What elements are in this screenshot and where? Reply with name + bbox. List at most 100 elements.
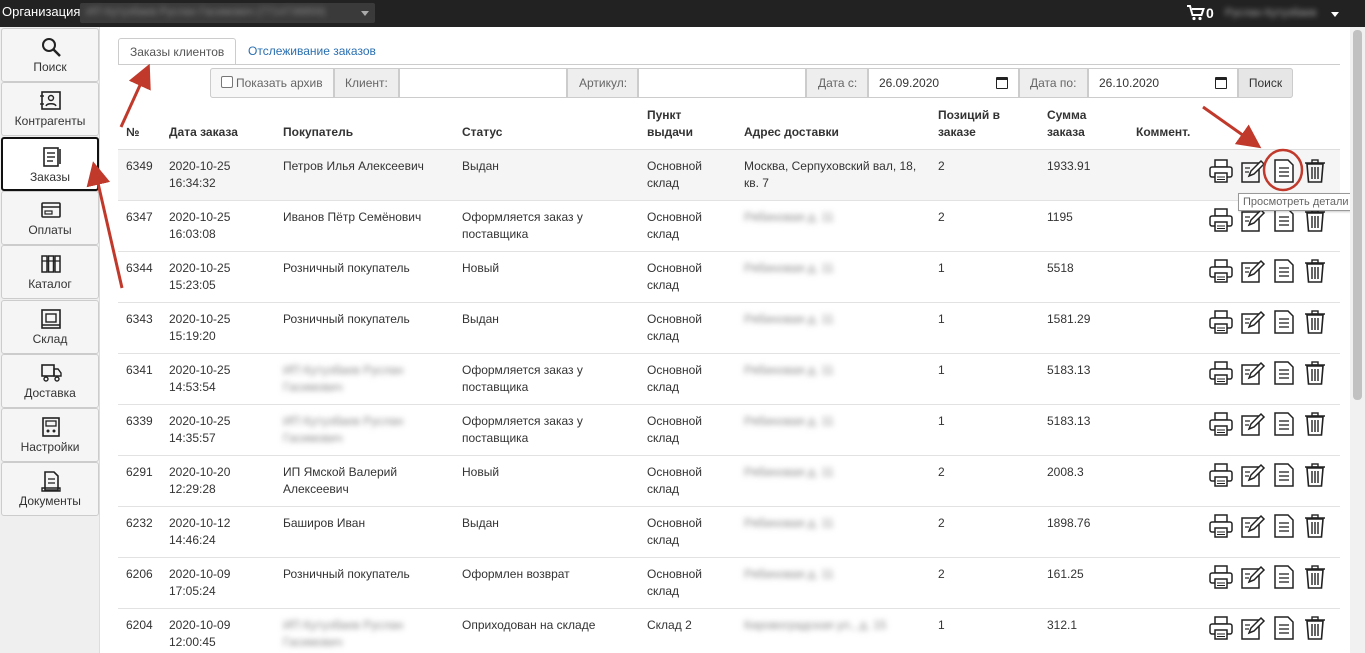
order-status: Выдан [462,159,499,173]
edit-button[interactable] [1240,258,1266,284]
delete-button[interactable] [1302,513,1328,539]
org-select[interactable]: ИП Кутузбаев Руслан Гасимович (771473885… [80,3,375,23]
order-number: 6204 [126,618,153,632]
chevron-down-icon[interactable] [1331,12,1339,17]
edit-icon [1240,208,1266,236]
view-details-button[interactable] [1271,615,1297,641]
view-details-button[interactable] [1271,411,1297,437]
sidebar-item-2[interactable]: Заказы [1,136,99,191]
delivery-address: Рябиновая д. 11 [744,567,834,581]
printer-icon [1208,259,1234,287]
pickup-point: Основной склад [647,414,703,445]
article-input[interactable] [638,68,806,98]
print-button[interactable] [1208,513,1234,539]
details-icon [1271,463,1297,491]
edit-button[interactable] [1240,615,1266,641]
table-row[interactable]: 6204 2020-10-09 12:00:45 ИП Кутузбаев Русла… [118,609,1340,653]
table-row[interactable]: 6291 2020-10-20 12:29:28 ИП Ямской Валерий А… [118,456,1340,507]
view-details-button[interactable] [1271,360,1297,386]
delivery-address: Рябиновая д. 11 [744,312,834,326]
table-row[interactable]: 6343 2020-10-25 15:19:20 Розничный покупате… [118,303,1340,354]
user-menu[interactable]: Руслан Кутузбаев [1225,7,1317,19]
delivery-address: Кировоградская ул., д. 15 [744,618,887,632]
client-input[interactable] [399,68,567,98]
trash-icon [1302,310,1328,338]
view-details-button[interactable] [1271,258,1297,284]
archive-checkbox[interactable] [221,76,233,88]
print-button[interactable] [1208,258,1234,284]
sidebar-item-3[interactable]: Оплаты [1,190,99,245]
print-button[interactable] [1208,615,1234,641]
view-details-button[interactable] [1271,513,1297,539]
delete-button[interactable] [1302,411,1328,437]
print-button[interactable] [1208,360,1234,386]
date-from-input[interactable]: 26.09.2020 [868,68,1019,98]
tab-order-tracking[interactable]: Отслеживание заказов [237,38,387,64]
header-buyer: Покупатель [283,125,354,139]
sidebar-item-5[interactable]: Склад [1,299,99,354]
view-details-button[interactable] [1271,309,1297,335]
view-details-button[interactable] [1271,462,1297,488]
cart-button[interactable]: 0 [1187,4,1217,24]
edit-icon [1240,463,1266,491]
sidebar-item-1[interactable]: Контрагенты [1,82,99,137]
scrollbar-thumb[interactable] [1353,30,1362,400]
cart-count: 0 [1206,5,1214,21]
order-sum: 1933.91 [1047,159,1091,173]
edit-icon [1240,259,1266,287]
table-row[interactable]: 6339 2020-10-25 14:35:57 ИП Кутузбаев Русла… [118,405,1340,456]
calendar-icon[interactable] [1215,77,1227,89]
edit-button[interactable] [1240,158,1266,184]
sidebar-item-8[interactable]: Документы [1,462,99,517]
scrollbar[interactable] [1350,27,1365,653]
details-icon [1271,208,1297,236]
table-row[interactable]: 6206 2020-10-09 17:05:24 Розничный покупате… [118,558,1340,609]
date-to-input[interactable]: 26.10.2020 [1088,68,1238,98]
date-to-label: Дата по: [1019,68,1088,98]
chevron-down-icon [361,11,369,16]
buyer: Петров Илья Алексеевич [283,159,424,173]
sidebar-item-7[interactable]: Настройки [1,408,99,463]
edit-button[interactable] [1240,309,1266,335]
edit-button[interactable] [1240,564,1266,590]
delete-button[interactable] [1302,615,1328,641]
order-number: 6349 [126,159,153,173]
delete-button[interactable] [1302,462,1328,488]
details-icon [1271,259,1297,287]
table-row[interactable]: 6344 2020-10-25 15:23:05 Розничный покупате… [118,252,1340,303]
table-row[interactable]: 6347 2020-10-25 16:03:08 Иванов Пётр Семёно… [118,201,1340,252]
view-details-button[interactable] [1271,158,1297,184]
table-row[interactable]: 6341 2020-10-25 14:53:54 ИП Кутузбаев Русла… [118,354,1340,405]
positions-count: 2 [938,516,945,530]
print-button[interactable] [1208,309,1234,335]
table-row[interactable]: 6232 2020-10-12 14:46:24 Баширов Иван Выдан О… [118,507,1340,558]
print-button[interactable] [1208,462,1234,488]
print-button[interactable] [1208,411,1234,437]
table-row[interactable]: 6349 2020-10-25 16:34:32 Петров Илья Алексе… [118,150,1340,201]
edit-button[interactable] [1240,411,1266,437]
search-button[interactable]: Поиск [1238,68,1293,98]
delete-button[interactable] [1302,158,1328,184]
print-button[interactable] [1208,564,1234,590]
delivery-address: Рябиновая д. 11 [744,363,834,377]
date-from-label: Дата с: [806,68,868,98]
trash-icon [1302,412,1328,440]
print-button[interactable] [1208,207,1234,233]
archive-toggle[interactable]: Показать архив [210,68,334,98]
calendar-icon[interactable] [996,77,1008,89]
edit-button[interactable] [1240,513,1266,539]
delete-button[interactable] [1302,309,1328,335]
view-details-button[interactable] [1271,564,1297,590]
sidebar-item-6[interactable]: Доставка [1,353,99,408]
delete-button[interactable] [1302,564,1328,590]
delete-button[interactable] [1302,258,1328,284]
buyer: Иванов Пётр Семёнович [283,210,422,224]
print-button[interactable] [1208,158,1234,184]
trash-icon [1302,208,1328,236]
sidebar-item-4[interactable]: Каталог [1,245,99,300]
edit-button[interactable] [1240,462,1266,488]
sidebar-item-0[interactable]: Поиск [1,28,99,82]
edit-button[interactable] [1240,360,1266,386]
tab-client-orders[interactable]: Заказы клиентов [118,38,237,65]
delete-button[interactable] [1302,360,1328,386]
